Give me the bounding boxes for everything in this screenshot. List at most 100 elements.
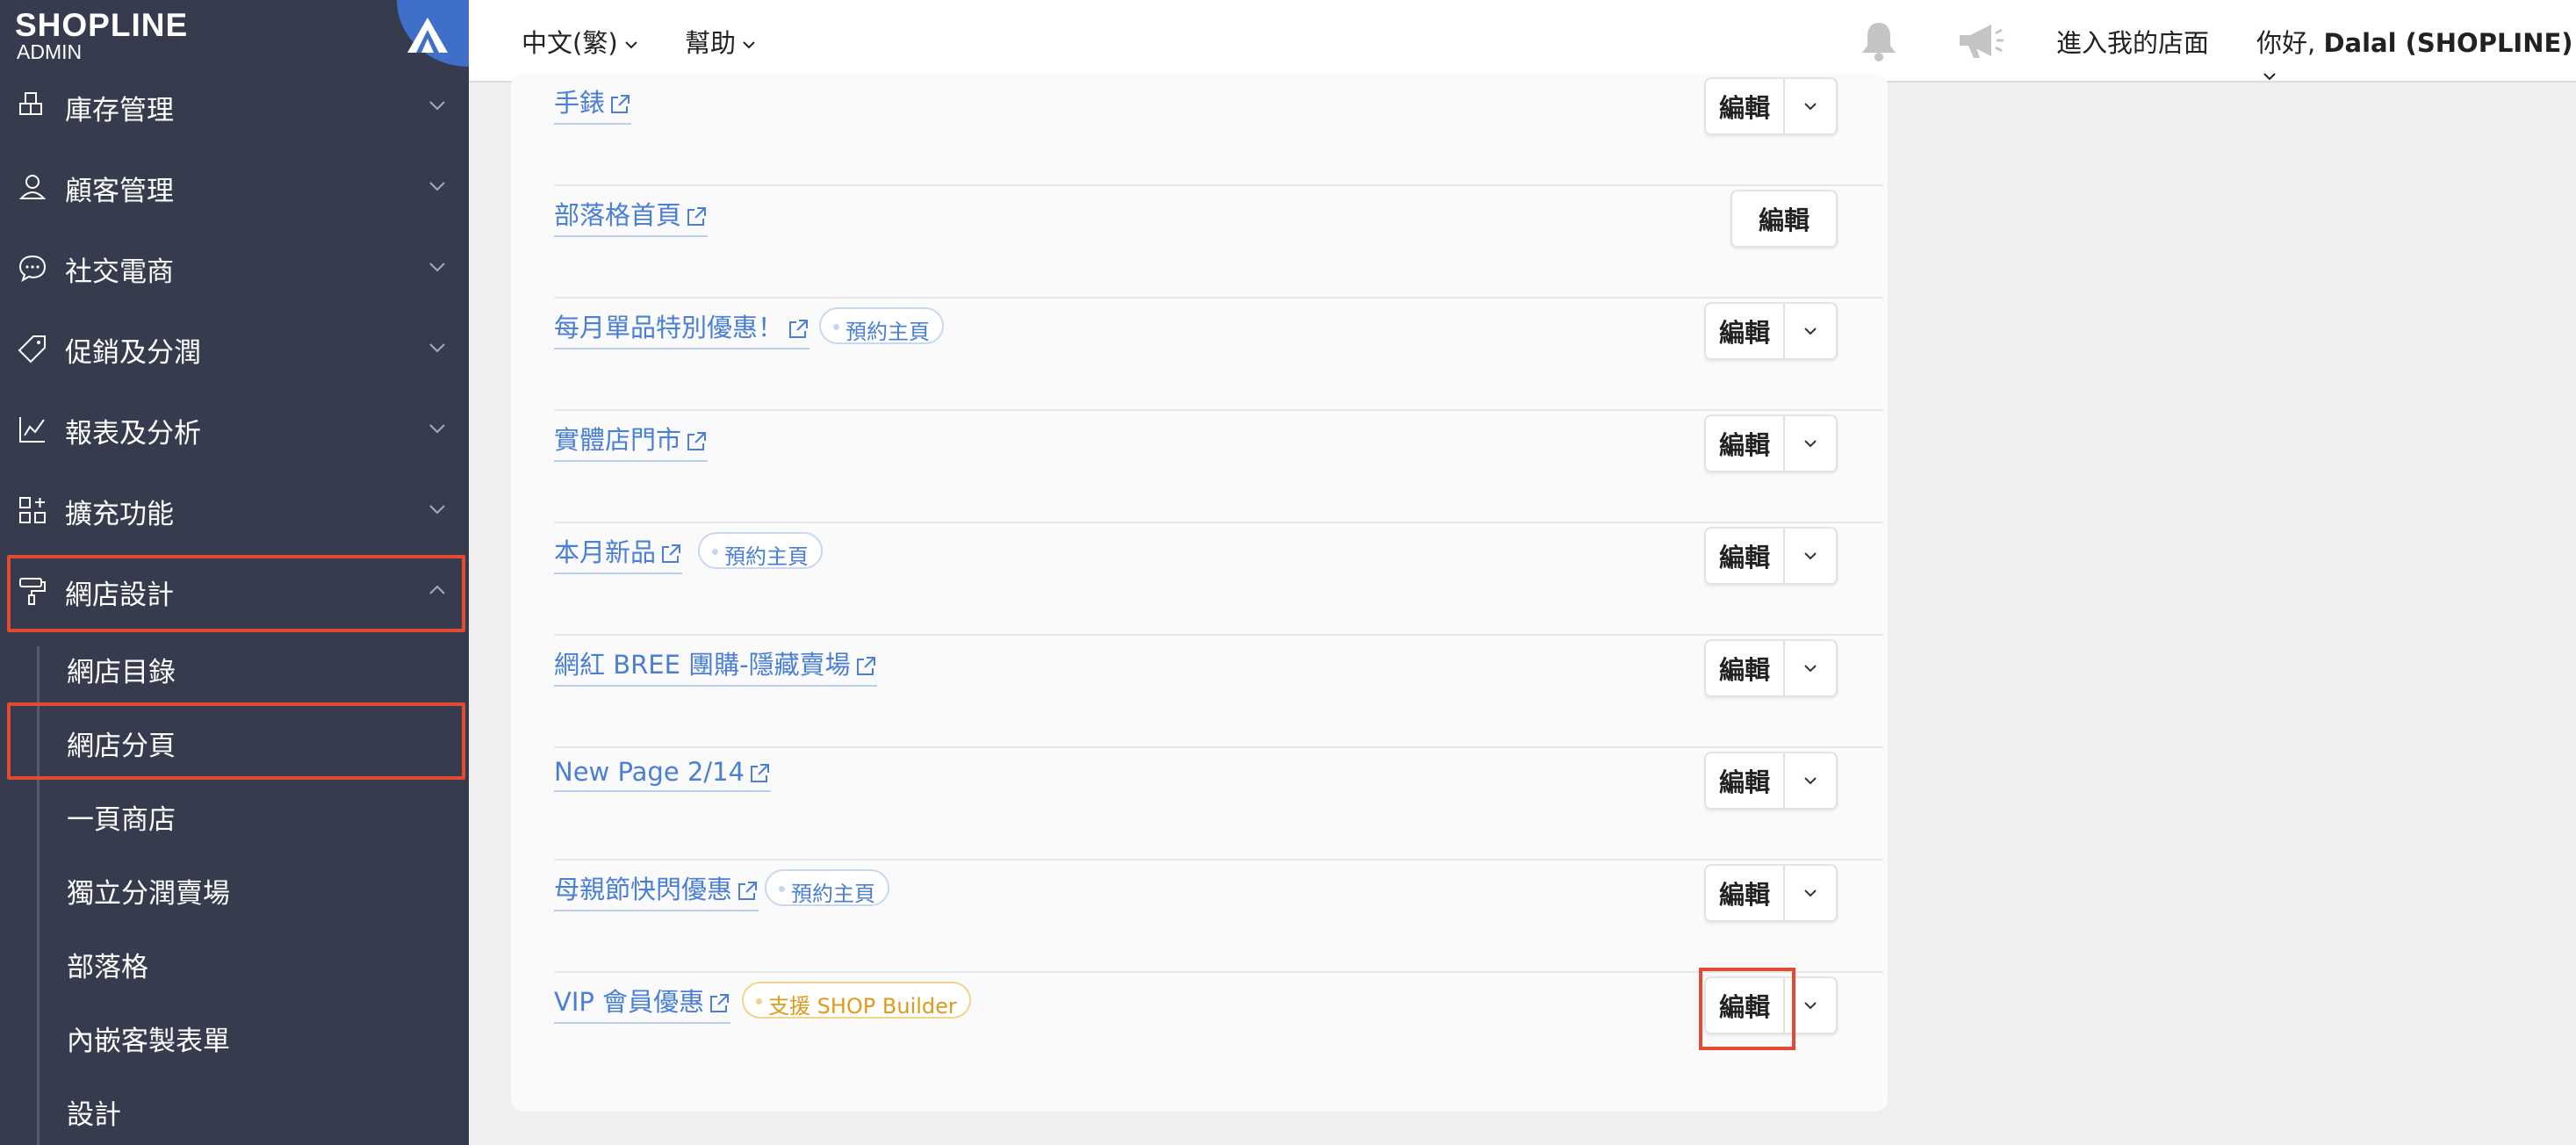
page-link[interactable]: New Page 2/14 [554,757,772,792]
customer-icon [18,175,47,199]
page-name: 網紅 BREE 團購-隱藏賣場 [554,650,851,680]
submenu-item-catalog[interactable]: 網店目錄 [67,650,176,689]
language-dropdown[interactable]: 中文(繁) [522,23,639,60]
language-label: 中文(繁) [522,28,618,58]
chevron-down-icon [429,263,445,272]
edit-button[interactable]: 編輯 [1706,529,1783,583]
page-name: New Page 2/14 [554,757,745,787]
page-link[interactable]: VIP 會員優惠 [554,982,731,1024]
edit-button-group: 編輯 [1704,752,1838,810]
external-link-icon [789,320,809,338]
sidebar-item-label: 社交電商 [65,256,174,288]
chevron-down-icon [429,182,445,191]
chevron-down-icon [624,41,637,49]
submenu-item-affiliate-store[interactable]: 獨立分潤賣場 [67,871,230,911]
chevron-down-icon [1804,552,1817,560]
bell-icon[interactable] [1858,19,1900,63]
user-name: Dalal (SHOPLINE) [2323,28,2573,58]
page-link[interactable]: 手錶 [554,83,632,125]
tag-icon [18,335,46,364]
edit-button[interactable]: 編輯 [1706,416,1783,471]
highlight-edit-button [1699,968,1795,1050]
page-link[interactable]: 每月單品特別優惠！ [554,307,810,349]
external-link-icon [662,544,681,563]
visit-store-link[interactable]: 進入我的店面 [2056,23,2209,60]
sidebar-item-customers[interactable]: 顧客管理 [0,148,469,228]
page-name: 部落格首頁 [554,200,682,230]
brand-sub: ADMIN [17,40,83,63]
user-menu[interactable]: 你好, Dalal (SHOPLINE) [2256,23,2576,90]
sidebar-item-social-commerce[interactable]: 社交電商 [0,228,469,309]
top-bar: 中文(繁) 幫助 進入我的店面 你好, Dalal (SHOPLINE) [469,0,2576,83]
submenu-item-one-page-store[interactable]: 一頁商店 [67,797,176,837]
edit-button[interactable]: 編輯 [1706,866,1783,920]
page-row: New Page 2/14 編輯 [554,748,1883,861]
chevron-down-icon [429,343,445,353]
logo[interactable]: SHOPLINE ADMIN [0,0,469,67]
edit-button-group: 編輯 [1704,864,1838,922]
edit-button-group: 編輯 [1704,639,1838,697]
page-name: 母親節快閃優惠 [554,875,733,904]
page-link[interactable]: 本月新品 [554,532,683,574]
page-name: 每月單品特別優惠！ [554,313,784,342]
sidebar-item-inventory[interactable]: 庫存管理 [0,67,469,148]
external-link-icon [751,764,770,782]
submenu-item-design[interactable]: 設計 [67,1092,121,1132]
more-dropdown-button[interactable] [1783,641,1836,695]
chevron-down-icon [1804,103,1817,111]
page-row: 每月單品特別優惠！ 預約主頁 編輯 [554,299,1883,411]
more-dropdown-button[interactable] [1783,416,1836,471]
page-row: 網紅 BREE 團購-隱藏賣場 編輯 [554,636,1883,748]
shopline-logo-icon [407,18,448,53]
sidebar-item-label: 顧客管理 [65,176,174,207]
page-name: 本月新品 [554,537,657,567]
more-dropdown-button[interactable] [1783,866,1836,920]
page-row: 實體店門市 編輯 [554,411,1883,523]
greeting: 你好, [2256,28,2316,58]
page-link[interactable]: 部落格首頁 [554,195,709,237]
inventory-icon [19,92,42,115]
submenu-item-blog[interactable]: 部落格 [67,945,148,984]
external-link-icon [611,95,630,113]
chevron-down-icon [429,101,445,111]
page-name: 實體店門市 [554,425,682,455]
edit-button[interactable]: 編輯 [1706,641,1783,695]
chevron-down-icon [1804,665,1817,673]
sidebar-item-reports[interactable]: 報表及分析 [0,390,469,471]
page-link[interactable]: 實體店門市 [554,420,709,462]
sidebar-item-promotions[interactable]: 促銷及分潤 [0,309,469,390]
highlight-pages [7,702,465,780]
more-dropdown-button[interactable] [1783,753,1836,808]
submenu-item-custom-form[interactable]: 內嵌客製表單 [67,1019,230,1058]
edit-button[interactable]: 編輯 [1732,191,1836,246]
brand-name: SHOPLINE [15,7,189,43]
external-link-icon [856,657,875,675]
sidebar-item-label: 擴充功能 [65,499,174,530]
chevron-down-icon [429,424,445,434]
chevron-down-icon [1804,328,1817,335]
more-dropdown-button[interactable] [1783,529,1836,583]
main-content: 手錶 編輯 部落格首頁 編輯 每月單品特別優惠！ 預約主頁 編輯 實體店門市 編… [469,74,2576,1145]
scheduled-badge: 預約主頁 [698,532,823,569]
megaphone-icon[interactable] [1956,21,2005,61]
edit-button[interactable]: 編輯 [1706,753,1783,808]
chat-icon [18,255,47,283]
chevron-down-icon [743,41,755,49]
page-link[interactable]: 網紅 BREE 團購-隱藏賣場 [554,645,877,687]
edit-button-group: 編輯 [1704,302,1838,360]
help-dropdown[interactable]: 幫助 [685,23,757,60]
edit-button[interactable]: 編輯 [1706,304,1783,358]
page-link[interactable]: 母親節快閃優惠 [554,869,759,911]
sidebar-item-label: 報表及分析 [65,418,201,450]
page-row: 部落格首頁 編輯 [554,186,1883,299]
scheduled-badge: 預約主頁 [765,869,889,906]
more-dropdown-button[interactable] [1783,304,1836,358]
page-row: 母親節快閃優惠 預約主頁 編輯 [554,861,1883,973]
page-name: VIP 會員優惠 [554,987,705,1017]
sidebar-item-extensions[interactable]: 擴充功能 [0,471,469,551]
chart-icon [19,417,45,443]
edit-button[interactable]: 編輯 [1706,79,1783,133]
chevron-down-icon [429,505,445,515]
pages-card: 手錶 編輯 部落格首頁 編輯 每月單品特別優惠！ 預約主頁 編輯 實體店門市 編… [511,74,1888,1112]
more-dropdown-button[interactable] [1783,79,1836,133]
